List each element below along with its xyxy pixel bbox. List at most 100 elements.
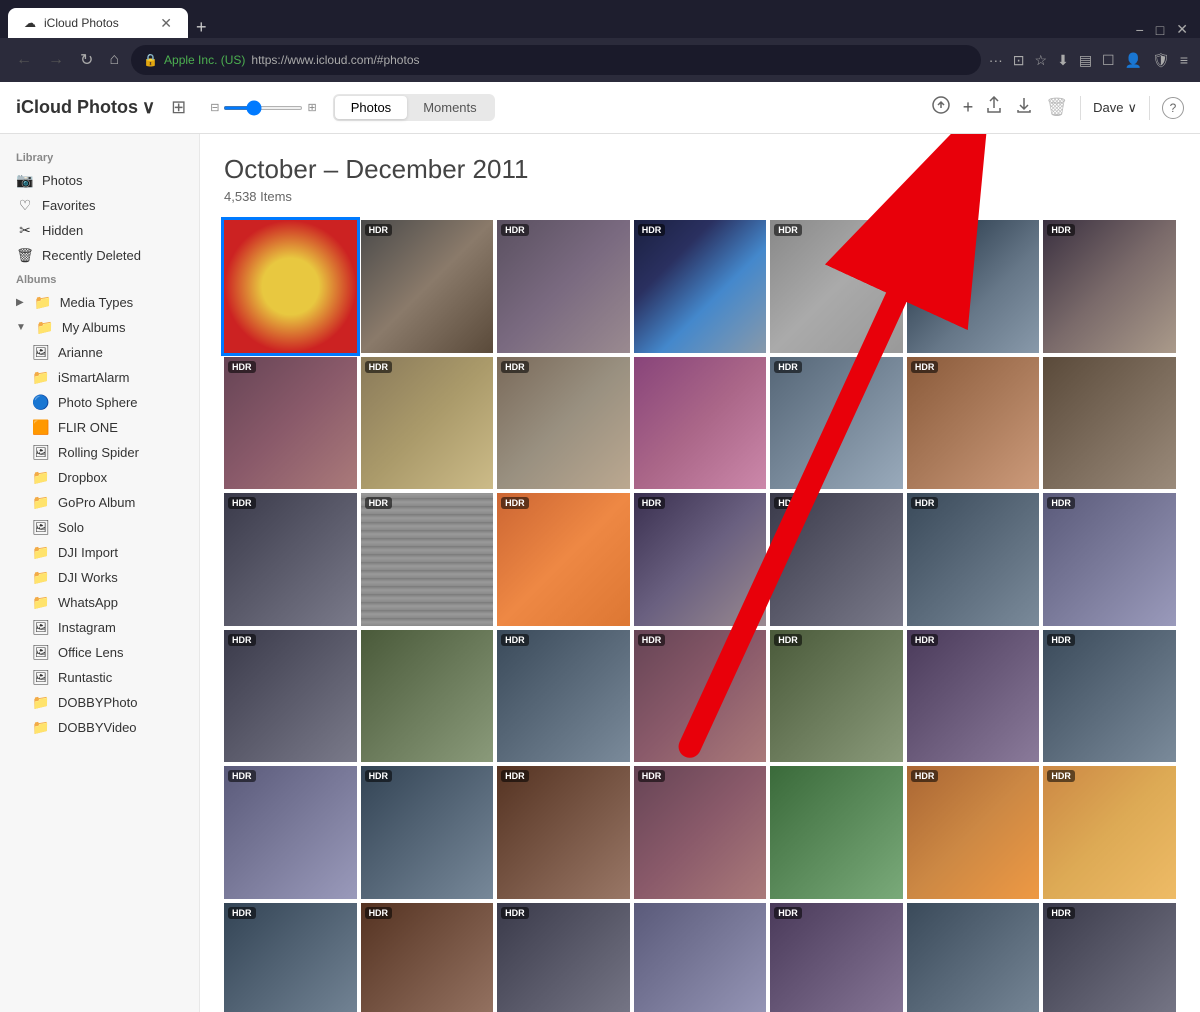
photo-cell-10[interactable]: HDR — [497, 357, 630, 490]
photo-cell-8[interactable]: HDR — [224, 357, 357, 490]
address-bar[interactable]: 🔒 Apple Inc. (US) https://www.icloud.com… — [131, 45, 981, 75]
photo-cell-24[interactable]: HDR — [497, 630, 630, 763]
photo-cell-17[interactable]: HDR — [497, 493, 630, 626]
sidebar-item-photos[interactable]: 📷 Photos — [0, 168, 199, 193]
photo-cell-29[interactable]: HDR — [224, 766, 357, 899]
download-toolbar-icon[interactable]: ⬇ — [1057, 52, 1069, 69]
sidebar-item-rolling-spider[interactable]: 🖼 Rolling Spider — [0, 440, 199, 465]
photo-cell-38[interactable]: HDR — [497, 903, 630, 1012]
active-tab[interactable]: ☁ iCloud Photos ✕ — [8, 8, 188, 38]
forward-button[interactable]: → — [44, 49, 68, 71]
photo-cell-41[interactable] — [907, 903, 1040, 1012]
sidebar-item-hidden[interactable]: ✂ Hidden — [0, 218, 199, 243]
photo-cell-33[interactable] — [770, 766, 903, 899]
sidebar-item-dropbox[interactable]: 📁 Dropbox — [0, 465, 199, 490]
browser-toolbar: ← → ↻ ⌂ 🔒 Apple Inc. (US) https://www.ic… — [0, 38, 1200, 82]
sidebar-item-dobbyphoto[interactable]: 📁 DOBBYPhoto — [0, 690, 199, 715]
minimize-button[interactable]: − — [1136, 22, 1144, 38]
sidebar-item-runtastic[interactable]: 🖼 Runtastic — [0, 665, 199, 690]
sidebar-item-flir-one[interactable]: 🟧 FLIR ONE — [0, 415, 199, 440]
sidebar-item-dji-import[interactable]: 📁 DJI Import — [0, 540, 199, 565]
tab-moments[interactable]: Moments — [407, 96, 492, 119]
photo-cell-37[interactable]: HDR — [361, 903, 494, 1012]
hdr-badge: HDR — [1047, 634, 1075, 646]
photo-cell-18[interactable]: HDR — [634, 493, 767, 626]
photo-cell-21[interactable]: HDR — [1043, 493, 1176, 626]
download-button[interactable] — [1015, 96, 1033, 119]
photo-cell-20[interactable]: HDR — [907, 493, 1040, 626]
new-tab-button[interactable]: + — [188, 17, 215, 38]
sidebar-item-media-types[interactable]: ▶ 📁 Media Types — [0, 290, 199, 315]
sidebar-item-arianne[interactable]: 🖼 Arianne — [0, 340, 199, 365]
photo-cell-12[interactable]: HDR — [770, 357, 903, 490]
sidebar-item-my-albums[interactable]: ▼ 📁 My Albums — [0, 315, 199, 340]
tab-photos[interactable]: Photos — [335, 96, 407, 119]
photo-cell-25[interactable]: HDR — [634, 630, 767, 763]
window-toolbar-icon[interactable]: ☐ — [1102, 52, 1115, 69]
photo-cell-27[interactable]: HDR — [907, 630, 1040, 763]
sidebar-item-dobbyvideo[interactable]: 📁 DOBBYVideo — [0, 715, 199, 740]
hdr-badge: HDR — [365, 224, 393, 236]
photo-cell-39[interactable] — [634, 903, 767, 1012]
sidebar-item-gopro[interactable]: 📁 GoPro Album — [0, 490, 199, 515]
sidebar-item-recently-deleted[interactable]: 🗑 Recently Deleted — [0, 243, 199, 268]
sidebar-item-instagram[interactable]: 🖼 Instagram — [0, 615, 199, 640]
reading-mode-icon[interactable]: ▤ — [1079, 52, 1092, 69]
photo-cell-14[interactable] — [1043, 357, 1176, 490]
profile-toolbar-icon[interactable]: 👤 — [1125, 52, 1142, 69]
photo-cell-26[interactable]: HDR — [770, 630, 903, 763]
hdr-badge: HDR — [1047, 770, 1075, 782]
photo-cell-2[interactable]: HDR — [361, 220, 494, 353]
photo-cell-3[interactable]: HDR — [497, 220, 630, 353]
home-button[interactable]: ⌂ — [105, 49, 123, 71]
sidebar-item-favorites[interactable]: ♡ Favorites — [0, 193, 199, 218]
star-button[interactable]: ☆ — [1035, 52, 1048, 69]
photo-cell-11[interactable] — [634, 357, 767, 490]
photo-cell-15[interactable]: HDR — [224, 493, 357, 626]
photo-cell-32[interactable]: HDR — [634, 766, 767, 899]
zoom-slider[interactable] — [223, 106, 303, 110]
upload-button[interactable] — [931, 95, 951, 120]
close-window-button[interactable]: ✕ — [1176, 21, 1188, 38]
sidebar-item-ismartalarum[interactable]: 📁 iSmartAlarm — [0, 365, 199, 390]
photo-cell-5[interactable]: HDR — [770, 220, 903, 353]
share-button[interactable] — [985, 96, 1003, 119]
sidebar-toggle-button[interactable]: ⊞ — [171, 97, 186, 118]
add-button[interactable]: + — [963, 97, 974, 118]
sidebar-item-whatsapp[interactable]: 📁 WhatsApp — [0, 590, 199, 615]
my-albums-icon: 📁 — [36, 319, 54, 336]
tab-close-button[interactable]: ✕ — [160, 15, 172, 32]
photo-cell-4[interactable]: HDR — [634, 220, 767, 353]
photo-cell-34[interactable]: HDR — [907, 766, 1040, 899]
user-menu[interactable]: Dave ∨ — [1093, 100, 1137, 116]
pocket-button[interactable]: ⊡ — [1013, 52, 1025, 69]
photo-cell-1[interactable] — [224, 220, 357, 353]
trash-button[interactable]: 🗑 — [1045, 97, 1068, 118]
photo-cell-31[interactable]: HDR — [497, 766, 630, 899]
photo-cell-16[interactable]: HDR — [361, 493, 494, 626]
shield-toolbar-icon[interactable]: 🛡 — [1152, 52, 1170, 69]
photo-cell-36[interactable]: HDR — [224, 903, 357, 1012]
photo-cell-6[interactable] — [907, 220, 1040, 353]
photo-cell-40[interactable]: HDR — [770, 903, 903, 1012]
sidebar-item-solo[interactable]: 🖼 Solo — [0, 515, 199, 540]
photo-cell-42[interactable]: HDR — [1043, 903, 1176, 1012]
menu-toolbar-icon[interactable]: ≡ — [1180, 52, 1188, 68]
maximize-button[interactable]: □ — [1156, 22, 1164, 38]
sidebar-item-photo-sphere[interactable]: 🔵 Photo Sphere — [0, 390, 199, 415]
refresh-button[interactable]: ↻ — [76, 48, 97, 72]
photo-cell-7[interactable]: HDR — [1043, 220, 1176, 353]
photo-cell-19[interactable]: HDR — [770, 493, 903, 626]
photo-cell-30[interactable]: HDR — [361, 766, 494, 899]
photo-cell-23[interactable] — [361, 630, 494, 763]
sidebar-item-dji-works[interactable]: 📁 DJI Works — [0, 565, 199, 590]
photo-cell-9[interactable]: HDR — [361, 357, 494, 490]
photo-cell-35[interactable]: HDR — [1043, 766, 1176, 899]
photo-cell-22[interactable]: HDR — [224, 630, 357, 763]
photo-cell-28[interactable]: HDR — [1043, 630, 1176, 763]
sidebar-item-office-lens[interactable]: 🖼 Office Lens — [0, 640, 199, 665]
back-button[interactable]: ← — [12, 49, 36, 71]
photo-cell-13[interactable]: HDR — [907, 357, 1040, 490]
more-button[interactable]: ··· — [989, 52, 1003, 68]
help-button[interactable]: ? — [1162, 97, 1184, 119]
